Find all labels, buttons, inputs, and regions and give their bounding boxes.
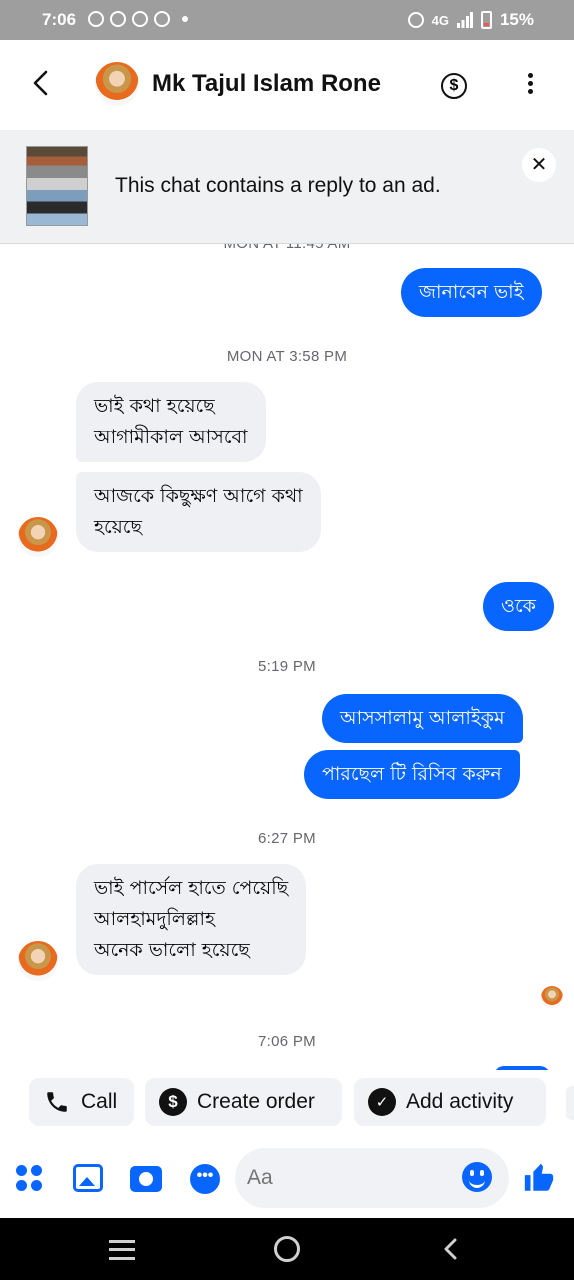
- call-label: Call: [81, 1090, 118, 1113]
- dollar-circle-icon: $: [159, 1088, 187, 1116]
- ad-thumbnail[interactable]: [26, 146, 88, 226]
- sender-avatar[interactable]: [18, 941, 58, 981]
- dollar-circle-icon: $: [449, 77, 459, 94]
- apps-icon[interactable]: [16, 1162, 46, 1192]
- create-order-button[interactable]: $ Create order: [145, 1078, 342, 1126]
- message-line: ভাই পার্সেল হাতে পেয়েছি: [94, 877, 289, 899]
- chat-header: Mk Tajul Islam Rone $: [0, 40, 574, 130]
- network-type: 4G: [431, 12, 449, 28]
- quick-actions-bar: Call $ Create order ✓ Add activity: [0, 1070, 574, 1134]
- mic-icon[interactable]: •••: [190, 1164, 220, 1194]
- add-activity-button[interactable]: ✓ Add activity: [354, 1078, 546, 1126]
- close-icon: ✕: [530, 154, 548, 176]
- messenger-notification-icon: [88, 11, 104, 27]
- more-options-button[interactable]: [520, 70, 540, 100]
- create-order-label: Create order: [197, 1090, 315, 1113]
- message-line: আলহামদুলিল্লাহ: [94, 908, 215, 930]
- phone-icon: [43, 1088, 71, 1116]
- system-navigation-bar: [0, 1218, 574, 1280]
- recent-apps-icon[interactable]: [109, 1240, 135, 1260]
- timestamp: 5:19 PM: [258, 658, 316, 675]
- emoji-icon[interactable]: [462, 1162, 492, 1192]
- thumbs-up-icon[interactable]: [522, 1160, 556, 1196]
- contact-avatar[interactable]: [95, 62, 139, 106]
- battery-percent: 15%: [499, 10, 534, 29]
- message-list[interactable]: MON AT 11:45 AM জানাবেন ভাই MON AT 3:58 …: [0, 244, 574, 1070]
- message-line: অনেক ভালো হয়েছে: [94, 939, 250, 961]
- message-composer: •••: [0, 1134, 574, 1218]
- home-icon[interactable]: [274, 1236, 300, 1262]
- add-activity-label: Add activity: [406, 1090, 514, 1113]
- message-line: আজকে কিছুক্ষণ আগে কথা: [94, 485, 303, 507]
- app-notification-icon: [132, 11, 148, 27]
- messenger-notification-icon-2: [110, 11, 126, 27]
- close-banner-button[interactable]: ✕: [522, 148, 556, 182]
- sender-avatar[interactable]: [18, 517, 58, 557]
- outgoing-message[interactable]: আসসালামু আলাইকুম: [322, 694, 523, 743]
- battery-icon: [480, 11, 492, 29]
- seen-receipt-avatar: [541, 986, 563, 1008]
- timestamp: 7:06 PM: [258, 1033, 316, 1050]
- call-button[interactable]: Call: [29, 1078, 134, 1126]
- timestamp: 6:27 PM: [258, 830, 316, 847]
- camera-icon[interactable]: [130, 1166, 162, 1192]
- ad-reply-banner: This chat contains a reply to an ad. ✕: [0, 130, 574, 244]
- status-time: 7:06: [42, 10, 77, 29]
- outgoing-message[interactable]: ওকে: [483, 582, 554, 631]
- outgoing-message[interactable]: জানাবেন ভাই: [401, 268, 542, 317]
- facebook-notification-icon: [154, 11, 170, 27]
- timestamp: MON AT 11:45 AM: [0, 244, 574, 252]
- more-actions-peek[interactable]: [566, 1086, 574, 1120]
- notification-icons: [88, 11, 188, 27]
- ad-banner-text: This chat contains a reply to an ad.: [115, 174, 441, 197]
- outgoing-message[interactable]: পারছেল টি রিসিব করুন: [304, 750, 520, 799]
- signal-icon: [456, 12, 473, 28]
- message-line: আগামীকাল আসবো: [94, 426, 248, 448]
- gallery-icon[interactable]: [73, 1164, 103, 1192]
- system-back-icon[interactable]: [440, 1238, 462, 1260]
- status-right: 4G 15%: [407, 10, 534, 30]
- timestamp: MON AT 3:58 PM: [226, 348, 348, 365]
- message-line: ভাই কথা হয়েছে: [94, 395, 215, 417]
- back-button[interactable]: [30, 66, 58, 104]
- more-notifications-dot-icon: [182, 16, 188, 22]
- alarm-icon: [407, 12, 424, 28]
- more-vertical-icon: [527, 73, 533, 78]
- message-line: হয়েছে: [94, 516, 142, 538]
- incoming-message[interactable]: ভাই কথা হয়েছে আগামীকাল আসবো: [76, 382, 266, 462]
- payment-button[interactable]: $: [441, 73, 467, 99]
- incoming-message[interactable]: আজকে কিছুক্ষণ আগে কথা হয়েছে: [76, 472, 321, 552]
- check-circle-icon: ✓: [368, 1088, 396, 1116]
- contact-name[interactable]: Mk Tajul Islam Rone: [152, 70, 381, 98]
- chevron-left-icon: [33, 70, 48, 96]
- status-bar: 7:06 4G 15%: [0, 0, 574, 40]
- messenger-screen: 7:06 4G 15% Mk Tajul Islam Rone $ This c…: [0, 0, 574, 1280]
- incoming-message[interactable]: ভাই পার্সেল হাতে পেয়েছি আলহামদুলিল্লাহ …: [76, 864, 307, 975]
